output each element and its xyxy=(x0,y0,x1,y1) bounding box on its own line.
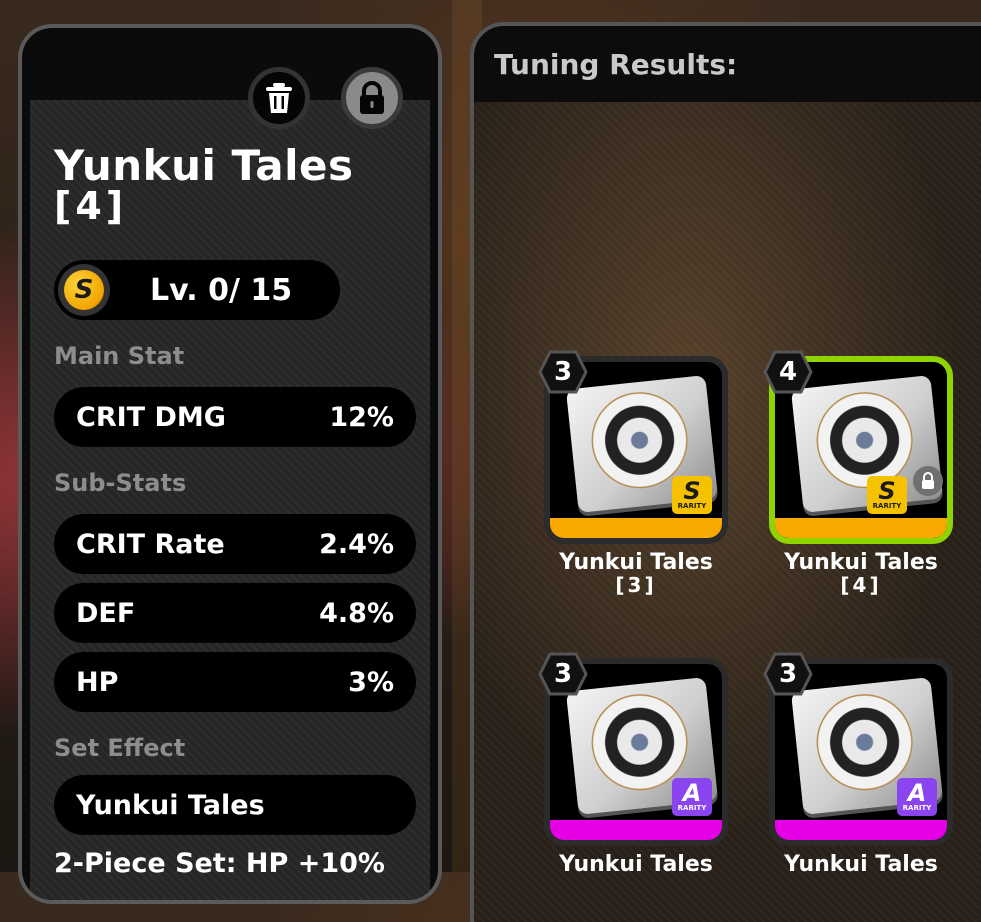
stat-name: CRIT Rate xyxy=(76,528,225,560)
lock-icon xyxy=(913,466,943,496)
disc-detail-panel: Yunkui Tales [4] S Lv. 0/ 15 Main Stat C… xyxy=(18,24,442,904)
disc-card[interactable]: S RARITY 3 Yunkui Tales [3] xyxy=(538,350,740,597)
main-stat-label: Main Stat xyxy=(54,342,185,370)
rarity-tag: S RARITY xyxy=(672,476,712,514)
set-name-row: Yunkui Tales xyxy=(54,775,416,835)
stat-value: 3% xyxy=(348,666,394,698)
stat-value: 12% xyxy=(329,401,394,433)
disc-card-selected[interactable]: S RARITY 4 Yunkui Tales [4] xyxy=(763,350,965,597)
lock-button[interactable] xyxy=(341,67,403,129)
rarity-tag: A RARITY xyxy=(897,778,937,816)
sub-stat-row: DEF 4.8% xyxy=(54,583,416,643)
sub-stat-row: CRIT Rate 2.4% xyxy=(54,514,416,574)
disc-tier: [4] xyxy=(54,184,128,228)
rank-letter: S xyxy=(64,270,104,310)
disc-card-name: Yunkui Tales xyxy=(784,852,938,877)
rarity-bar xyxy=(775,820,947,840)
rank-s-icon: S xyxy=(58,264,110,316)
rarity-bar xyxy=(550,518,722,538)
delete-button[interactable] xyxy=(248,67,310,129)
rarity-tag: S RARITY xyxy=(867,476,907,514)
stat-name: CRIT DMG xyxy=(76,401,226,433)
tuning-results-header: Tuning Results: xyxy=(474,26,981,102)
main-stat-row: CRIT DMG 12% xyxy=(54,387,416,447)
tier-badge: 3 xyxy=(763,652,813,696)
sub-stats-label: Sub-Stats xyxy=(54,469,187,497)
set-description: 2-Piece Set: HP +10% xyxy=(54,848,385,879)
level-text: Lv. 0/ 15 xyxy=(150,272,293,308)
disc-card-name: Yunkui Tales [4] xyxy=(784,550,938,597)
rarity-bar xyxy=(775,518,947,538)
set-effect-label: Set Effect xyxy=(54,734,186,762)
tuning-results-panel: Tuning Results: S RARITY 3 Yunkui Tales … xyxy=(470,22,981,922)
stat-value: 4.8% xyxy=(319,597,394,629)
disc-card[interactable]: A RARITY 3 Yunkui Tales xyxy=(538,652,740,877)
disc-card-name: Yunkui Tales xyxy=(559,852,713,877)
stat-value: 2.4% xyxy=(319,528,394,560)
stat-name: DEF xyxy=(76,597,136,629)
tier-badge: 4 xyxy=(763,350,813,394)
tier-badge: 3 xyxy=(538,652,588,696)
tuning-results-title: Tuning Results: xyxy=(494,48,738,81)
set-name: Yunkui Tales xyxy=(76,789,265,821)
level-indicator: S Lv. 0/ 15 xyxy=(54,260,340,320)
stat-name: HP xyxy=(76,666,119,698)
lock-icon xyxy=(360,81,384,114)
rarity-tag: A RARITY xyxy=(672,778,712,816)
disc-card-name: Yunkui Tales [3] xyxy=(559,550,713,597)
disc-title: Yunkui Tales [4] xyxy=(54,145,353,228)
disc-card[interactable]: A RARITY 3 Yunkui Tales xyxy=(763,652,965,877)
rarity-bar xyxy=(550,820,722,840)
disc-name: Yunkui Tales xyxy=(54,141,354,190)
sub-stat-row: HP 3% xyxy=(54,652,416,712)
tier-badge: 3 xyxy=(538,350,588,394)
trash-icon xyxy=(266,83,292,113)
